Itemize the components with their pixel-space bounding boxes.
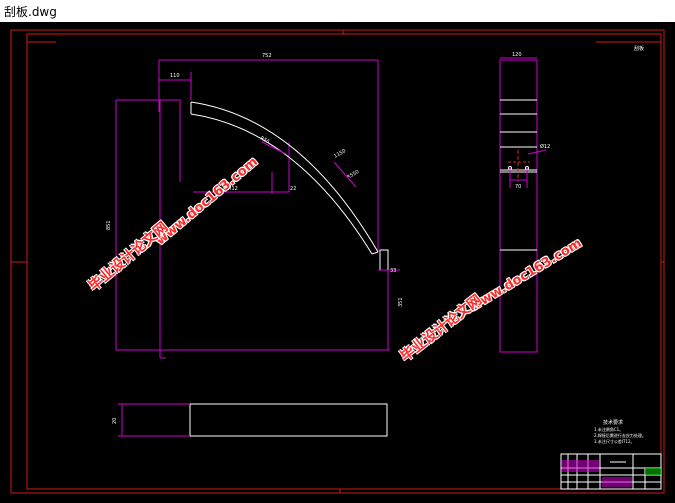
side-dim-bottom: 70 <box>515 184 521 190</box>
dim-tip: 33 <box>390 268 396 274</box>
drawing-corner-label: 刮板 <box>634 45 644 52</box>
tech-notes: 技术要求 1.未注倒角C1。 2.焊接后需进行去应力处理。 3.未注尺寸公差IT… <box>594 419 646 444</box>
dim-notch-width: 110 <box>170 73 180 79</box>
body-outline-top <box>116 99 181 182</box>
dim-top-width: 752 <box>262 53 272 59</box>
side-hole-label: Ø12 <box>540 143 550 150</box>
window-title: 刮板.dwg <box>4 5 57 19</box>
dim-left-height: 851 <box>106 220 112 230</box>
blade-tip-block <box>379 249 389 271</box>
dim-arc-2: R550 <box>346 169 360 181</box>
drawing-svg: 752 110 22 R12 R55 1150 R550 33 851 351 … <box>10 29 665 494</box>
cad-canvas[interactable]: 752 110 22 R12 R55 1150 R550 33 851 351 … <box>0 22 675 499</box>
bottom-dim-height: 20 <box>112 418 118 424</box>
title-block <box>560 453 662 490</box>
bottom-view-rect <box>189 403 388 437</box>
notes-line-2: 2.焊接后需进行去应力处理。 <box>594 432 646 438</box>
dim-arc-1: 1150 <box>333 148 347 160</box>
tb-highlight-1 <box>562 460 599 472</box>
front-view: 752 110 22 R12 R55 1150 R550 33 851 351 <box>106 53 404 359</box>
dim-notch-height: 22 <box>290 186 296 192</box>
tb-highlight-2 <box>602 477 632 487</box>
window-titlebar: 刮板.dwg <box>0 0 675 23</box>
side-dim-width: 120 <box>512 52 522 58</box>
tb-highlight-3 <box>645 468 661 475</box>
leader-radius <box>261 141 287 155</box>
notes-line-3: 3.未注尺寸公差IT12。 <box>594 438 635 444</box>
blade-arc-end <box>371 251 379 255</box>
notes-line-1: 1.未注倒角C1。 <box>594 426 623 432</box>
dim-bottom-right-height: 351 <box>398 297 404 307</box>
side-outline <box>499 59 538 353</box>
side-view: 120 Ø12 70 <box>499 52 550 353</box>
notes-title: 技术要求 <box>603 419 623 426</box>
bottom-view: 20 <box>112 403 388 437</box>
